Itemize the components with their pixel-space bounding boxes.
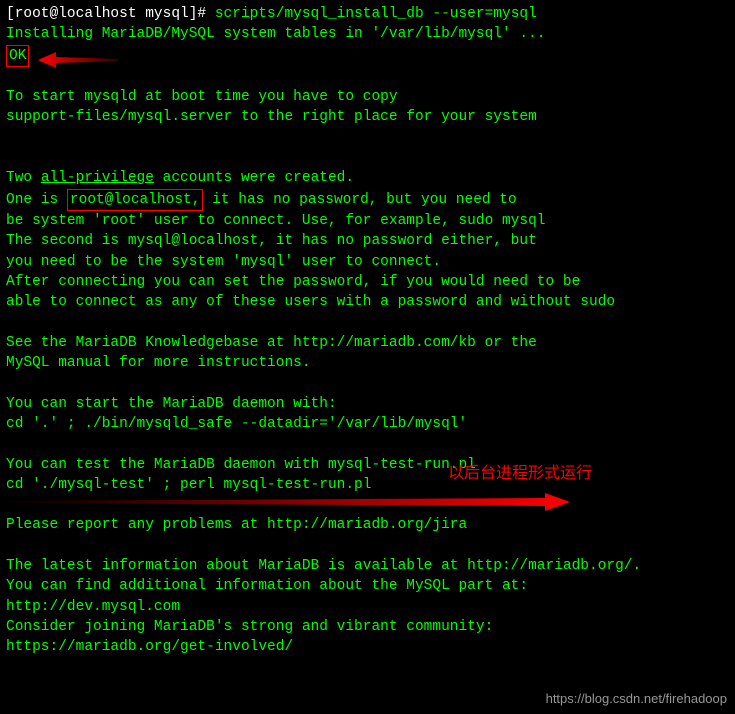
output-line: After connecting you can set the passwor… bbox=[6, 272, 729, 292]
output-line: See the MariaDB Knowledgebase at http://… bbox=[6, 333, 729, 353]
output-line: You can find additional information abou… bbox=[6, 576, 729, 596]
shell-prompt: [root@localhost mysql]# bbox=[6, 6, 215, 22]
output-line: cd '.' ; ./bin/mysqld_safe --datadir='/v… bbox=[6, 414, 729, 434]
output-line: be system 'root' user to connect. Use, f… bbox=[6, 211, 729, 231]
prompt-line: [root@localhost mysql]# scripts/mysql_in… bbox=[6, 4, 729, 24]
blank-line bbox=[6, 128, 729, 148]
output-line: support-files/mysql.server to the right … bbox=[6, 107, 729, 127]
ok-box: OK bbox=[6, 45, 29, 67]
terminal-output: [root@localhost mysql]# scripts/mysql_in… bbox=[6, 4, 729, 658]
blank-line bbox=[6, 67, 729, 87]
output-line: Installing MariaDB/MySQL system tables i… bbox=[6, 24, 729, 44]
output-line: The latest information about MariaDB is … bbox=[6, 556, 729, 576]
blank-line bbox=[6, 536, 729, 556]
blank-line bbox=[6, 148, 729, 168]
output-line: Please report any problems at http://mar… bbox=[6, 515, 729, 535]
output-line: cd './mysql-test' ; perl mysql-test-run.… bbox=[6, 475, 729, 495]
watermark-text: https://blog.csdn.net/firehadoop bbox=[546, 690, 727, 708]
blank-line bbox=[6, 373, 729, 393]
blank-line bbox=[6, 312, 729, 332]
output-line: Two all-privilege accounts were created. bbox=[6, 168, 729, 188]
blank-line bbox=[6, 434, 729, 454]
ok-line: OK bbox=[6, 45, 729, 67]
blank-line bbox=[6, 495, 729, 515]
output-line: https://mariadb.org/get-involved/ bbox=[6, 637, 729, 657]
output-line: able to connect as any of these users wi… bbox=[6, 292, 729, 312]
output-line: The second is mysql@localhost, it has no… bbox=[6, 231, 729, 251]
output-line: One is root@localhost, it has no passwor… bbox=[6, 189, 729, 211]
output-line: To start mysqld at boot time you have to… bbox=[6, 87, 729, 107]
command-text: scripts/mysql_install_db --user=mysql bbox=[215, 6, 537, 22]
output-line: http://dev.mysql.com bbox=[6, 597, 729, 617]
output-line: You can test the MariaDB daemon with mys… bbox=[6, 455, 729, 475]
output-line: Consider joining MariaDB's strong and vi… bbox=[6, 617, 729, 637]
output-line: you need to be the system 'mysql' user t… bbox=[6, 252, 729, 272]
output-line: MySQL manual for more instructions. bbox=[6, 353, 729, 373]
underlined-text: all-privilege bbox=[41, 170, 154, 186]
root-localhost-box: root@localhost, bbox=[67, 189, 204, 211]
output-line: You can start the MariaDB daemon with: bbox=[6, 394, 729, 414]
